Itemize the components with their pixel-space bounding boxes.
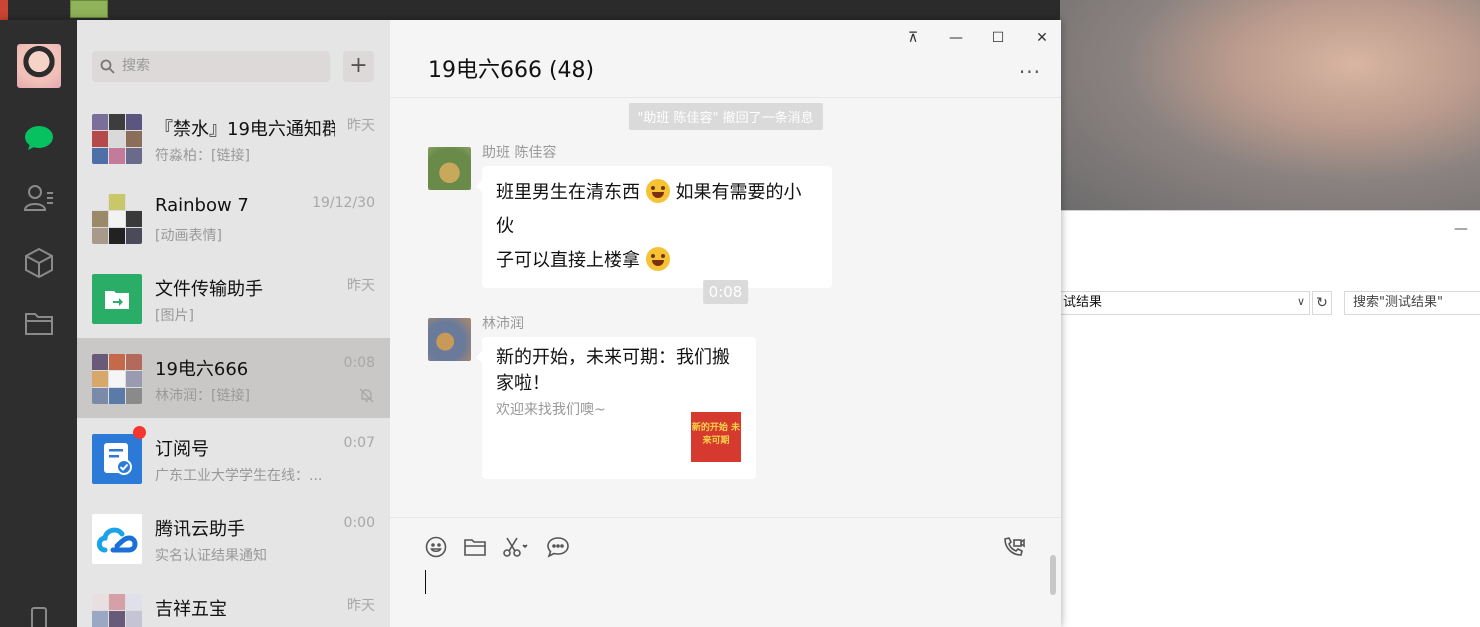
chat-header: 19电六666 (48) ··· ⊼ — ☐ ✕ — [390, 20, 1061, 98]
unread-badge — [133, 426, 146, 439]
minimize-button[interactable]: — — [945, 28, 967, 48]
explorer-search-input[interactable]: 搜索"测试结果" — [1344, 291, 1480, 315]
sender-avatar[interactable] — [428, 318, 471, 361]
session-time: 昨天 — [347, 278, 375, 294]
message-text: 班里男生在清东西 — [496, 182, 640, 203]
chat-panel: 19电六666 (48) ··· ⊼ — ☐ ✕ "助班 陈佳容" 撤回了一条消… — [390, 20, 1061, 627]
session-preview: 林沛润：[链接] — [155, 388, 250, 404]
session-item[interactable]: 腾讯云助手 0:00 实名认证结果通知 — [77, 498, 390, 578]
session-name: 吉祥五宝 — [155, 599, 227, 620]
laugh-cry-emoji-icon — [645, 247, 670, 271]
session-time: 19/12/30 — [312, 195, 375, 211]
session-preview: [动画表情] — [155, 228, 222, 244]
link-card-title: 新的开始，未来可期：我们搬家啦！ — [496, 347, 730, 394]
session-panel: 搜索 + 『禁水』19电六通知群 昨天 符淼柏：[链接] Rainbow 7 1… — [77, 20, 390, 627]
explorer-address-bar[interactable]: 试结果 — [1060, 291, 1310, 315]
group-avatar — [92, 594, 142, 627]
recall-notice: "助班 陈佳容" 撤回了一条消息 — [628, 103, 823, 130]
video-call-icon[interactable] — [1002, 535, 1026, 559]
session-time: 昨天 — [347, 598, 375, 614]
session-name: 19电六666 — [155, 359, 249, 380]
message-timestamp: 0:08 — [702, 280, 749, 304]
explorer-minimize-button[interactable]: — — [1454, 221, 1468, 237]
session-time: 0:08 — [343, 355, 375, 371]
group-avatar — [92, 354, 142, 404]
link-card-thumbnail: 新的开始 未来可期 — [691, 412, 741, 462]
session-name: Rainbow 7 — [155, 195, 249, 216]
sender-name: 助班 陈佳容 — [482, 145, 557, 161]
maximize-button[interactable]: ☐ — [987, 28, 1009, 48]
search-placeholder: 搜索 — [122, 58, 150, 74]
session-item[interactable]: 订阅号 0:07 广东工业大学学生在线：... — [77, 418, 390, 498]
phone-icon[interactable] — [22, 602, 56, 627]
session-item[interactable]: 文件传输助手 昨天 [图片] — [77, 258, 390, 338]
session-name: 文件传输助手 — [155, 279, 263, 300]
sender-avatar[interactable] — [428, 147, 471, 190]
session-list: 『禁水』19电六通知群 昨天 符淼柏：[链接] Rainbow 7 19/12/… — [77, 98, 390, 627]
message-list: "助班 陈佳容" 撤回了一条消息 助班 陈佳容 班里男生在清东西 如果有需要的小… — [390, 99, 1061, 595]
message-input-area[interactable] — [390, 517, 1061, 627]
add-button[interactable]: + — [343, 51, 374, 82]
folder-icon[interactable] — [463, 535, 487, 559]
file-explorer-window: — 试结果 ∨ ↻ 搜索"测试结果" — [1060, 210, 1480, 627]
session-name: 订阅号 — [155, 439, 209, 460]
desktop-shortcut-icon[interactable] — [70, 0, 108, 18]
session-item[interactable]: Rainbow 7 19/12/30 [动画表情] — [77, 178, 390, 258]
favorites-icon[interactable] — [22, 246, 56, 280]
session-name: 『禁水』19电六通知群 — [155, 119, 335, 140]
session-preview: 符淼柏：[链接] — [155, 148, 250, 164]
session-name: 腾讯云助手 — [155, 519, 245, 540]
search-icon — [100, 59, 115, 78]
tencent-cloud-icon — [92, 514, 142, 564]
session-time: 昨天 — [347, 118, 375, 134]
chat-icon[interactable] — [22, 121, 56, 155]
sidebar-nav — [0, 20, 77, 627]
session-time: 0:00 — [343, 515, 375, 531]
session-item[interactable]: 『禁水』19电六通知群 昨天 符淼柏：[链接] — [77, 98, 390, 178]
group-avatar — [92, 114, 142, 164]
mute-bell-icon — [359, 388, 374, 407]
contacts-icon[interactable] — [22, 181, 56, 215]
files-icon[interactable] — [22, 306, 56, 340]
session-preview: 广东工业大学学生在线：... — [155, 468, 323, 484]
file-transfer-icon — [92, 274, 142, 324]
emoji-icon[interactable] — [424, 535, 448, 559]
session-preview: [图片] — [155, 308, 194, 324]
subscription-icon — [92, 434, 142, 484]
laugh-cry-emoji-icon — [645, 179, 670, 203]
text-cursor — [425, 570, 426, 594]
sender-name: 林沛润 — [482, 316, 524, 332]
avatar[interactable] — [17, 44, 61, 88]
desktop-wallpaper — [1060, 0, 1480, 215]
message-text: 子可以直接上楼拿 — [496, 250, 640, 271]
chevron-down-icon[interactable]: ∨ — [1292, 291, 1310, 315]
wechat-window: 搜索 + 『禁水』19电六通知群 昨天 符淼柏：[链接] Rainbow 7 1… — [0, 20, 1061, 627]
session-time: 0:07 — [343, 435, 375, 451]
scissors-icon[interactable] — [501, 535, 531, 559]
more-options-button[interactable]: ··· — [1019, 60, 1041, 84]
refresh-icon[interactable]: ↻ — [1312, 291, 1332, 315]
close-button[interactable]: ✕ — [1031, 28, 1053, 48]
text-message-bubble[interactable]: 班里男生在清东西 如果有需要的小伙 子可以直接上楼拿 — [476, 166, 832, 288]
pin-button[interactable]: ⊼ — [902, 28, 924, 48]
chat-title: 19电六666 (48) — [428, 58, 595, 83]
session-item-active[interactable]: 19电六666 0:08 林沛润：[链接] — [77, 338, 390, 418]
group-avatar — [92, 194, 142, 244]
search-input[interactable]: 搜索 — [92, 51, 330, 82]
chat-bubble-icon[interactable] — [546, 535, 570, 559]
link-card-message[interactable]: 新的开始，未来可期：我们搬家啦！ 欢迎来找我们噢~ 新的开始 未来可期 — [476, 337, 756, 479]
session-preview: 实名认证结果通知 — [155, 548, 267, 564]
session-item[interactable]: 吉祥五宝 昨天 — [77, 578, 390, 627]
